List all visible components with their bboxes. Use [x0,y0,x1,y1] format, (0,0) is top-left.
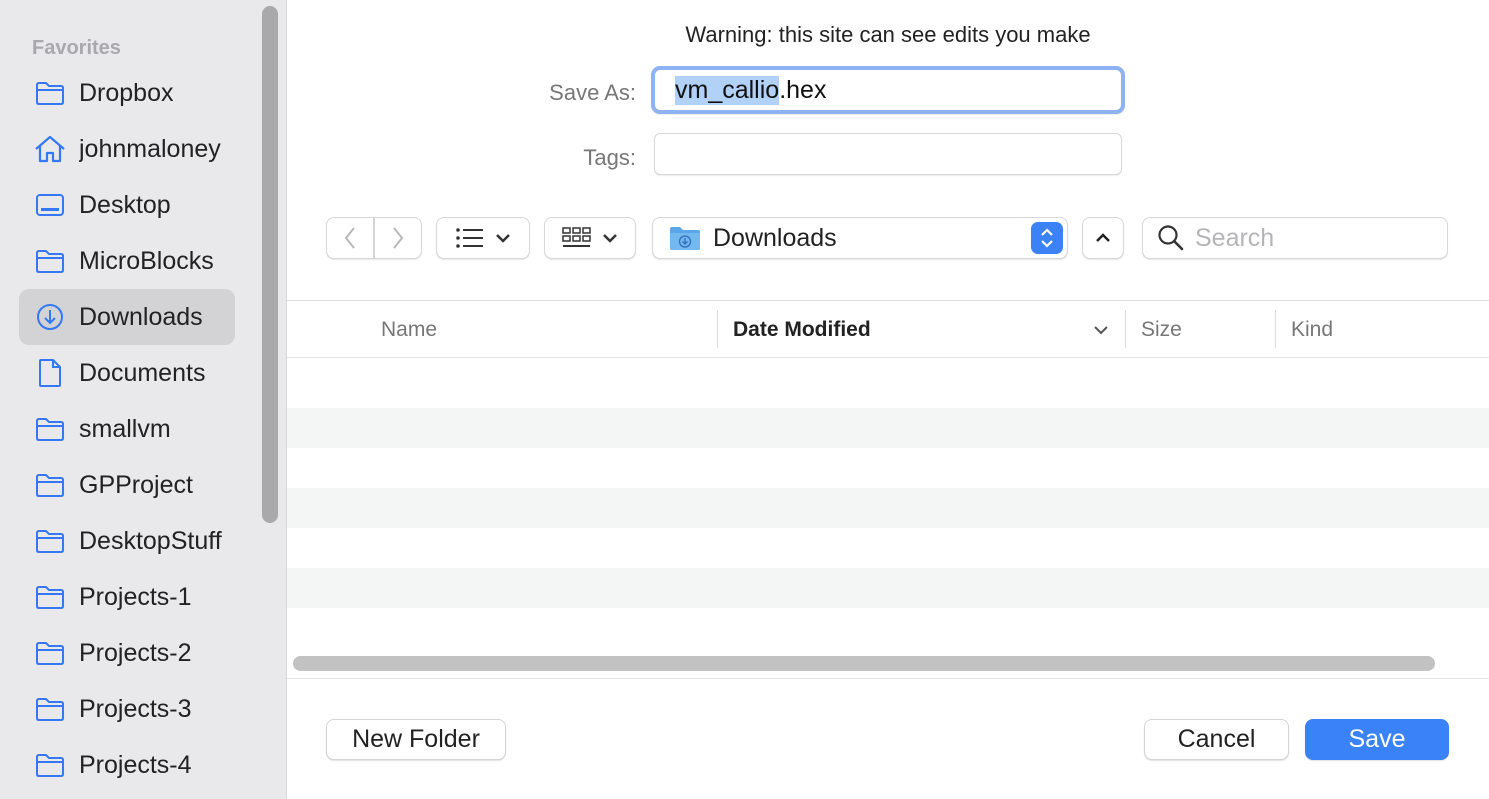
table-row [287,488,1489,528]
sidebar-item-projects-4[interactable]: Projects-4 [19,737,235,793]
sidebar-item-label: Projects-2 [79,638,192,667]
chevron-up-icon [1096,233,1110,242]
folder-icon [33,524,67,558]
grid-view-icon [562,227,591,247]
sidebar-item-dropbox[interactable]: Dropbox [19,65,235,121]
table-row [287,568,1489,608]
sidebar-item-johnmaloney[interactable]: johnmaloney [19,121,235,177]
save-dialog: Favorites Dropbox johnmaloney Desktop Micro… [0,0,1489,799]
sidebar-item-label: Downloads [79,302,203,331]
sidebar-item-microblocks[interactable]: MicroBlocks [19,233,235,289]
sidebar-item-label: Projects-3 [79,694,192,723]
folder-icon [33,412,67,446]
chevron-down-icon [603,234,617,243]
home-icon [33,132,67,166]
sidebar-item-label: Projects-4 [79,750,192,779]
sidebar-item-desktop[interactable]: Desktop [19,177,235,233]
column-header-name[interactable]: Name [381,312,437,348]
folder-icon [33,748,67,782]
sort-chevron-down-icon [1094,326,1108,335]
sidebar-scrollbar[interactable] [262,6,278,523]
sidebar-item-label: Projects-1 [79,582,192,611]
table-row [287,408,1489,448]
sidebar-item-label: smallvm [79,414,171,443]
header-divider [287,357,1489,358]
column-header-date-label: Date Modified [733,318,871,341]
save-as-input[interactable]: vm_callio .hex [651,66,1125,114]
column-separator[interactable] [1125,310,1126,348]
sidebar-item-label: MicroBlocks [79,246,214,275]
column-separator[interactable] [1275,310,1276,348]
sidebar-item-documents[interactable]: Documents [19,345,235,401]
collapse-button[interactable] [1082,217,1124,259]
warning-message: Warning: this site can see edits you mak… [685,22,1091,47]
sidebar: Favorites Dropbox johnmaloney Desktop Micro… [0,0,287,799]
chevron-right-icon [393,227,404,249]
sidebar-item-gpproject[interactable]: GPProject [19,457,235,513]
cancel-button[interactable]: Cancel [1144,719,1289,760]
sidebar-item-projects-3[interactable]: Projects-3 [19,681,235,737]
location-stepper [1031,222,1063,254]
sidebar-item-label: GPProject [79,470,193,499]
sidebar-item-label: Documents [79,358,206,387]
chevron-down-icon [496,234,510,243]
view-list-button[interactable] [436,217,530,259]
desktop-icon [33,188,67,222]
group-by-button[interactable] [544,217,636,259]
back-button[interactable] [326,217,374,259]
filename-extension: .hex [779,75,827,104]
column-header-kind[interactable]: Kind [1291,312,1333,348]
search-input[interactable] [1195,223,1435,253]
sidebar-item-label: DesktopStuff [79,526,222,555]
table-row [287,448,1489,488]
document-icon [33,356,67,390]
sidebar-heading: Favorites [32,37,121,59]
table-row [287,608,1489,648]
save-as-label: Save As: [549,80,636,105]
column-header-size[interactable]: Size [1141,312,1182,348]
forward-button[interactable] [374,217,422,259]
folder-icon [33,580,67,614]
sidebar-item-label: Desktop [79,190,171,219]
folder-icon [33,636,67,670]
location-label: Downloads [713,223,837,252]
sidebar-item-projects-2[interactable]: Projects-2 [19,625,235,681]
downloads-folder-icon [670,227,700,250]
sidebar-item-projects-1[interactable]: Projects-1 [19,569,235,625]
filename-selected-text: vm_callio [675,75,780,105]
save-button[interactable]: Save [1305,719,1449,760]
folder-icon [33,692,67,726]
list-divider [287,300,1489,301]
sidebar-item-downloads[interactable]: Downloads [19,289,235,345]
table-row [287,528,1489,568]
column-separator[interactable] [717,310,718,348]
folder-icon [33,468,67,502]
column-header-date-modified[interactable]: Date Modified [733,312,1113,348]
sidebar-item-label: johnmaloney [79,134,221,163]
sidebar-item-label: Dropbox [79,78,174,107]
new-folder-button[interactable]: New Folder [326,719,506,760]
tags-label: Tags: [583,145,636,170]
folder-icon [33,244,67,278]
list-view-icon [456,228,483,248]
folder-icon [33,76,67,110]
up-down-chevron-icon [1041,228,1053,248]
horizontal-scrollbar[interactable] [293,656,1435,671]
search-icon [1158,225,1184,251]
tags-input[interactable] [654,133,1122,175]
downloads-icon [33,300,67,334]
search-field[interactable] [1142,217,1448,259]
footer-divider [287,678,1489,679]
sidebar-item-smallvm[interactable]: smallvm [19,401,235,457]
sidebar-item-desktopstuff[interactable]: DesktopStuff [19,513,235,569]
chevron-left-icon [344,227,355,249]
location-popup[interactable]: Downloads [652,217,1068,259]
table-row [287,368,1489,408]
